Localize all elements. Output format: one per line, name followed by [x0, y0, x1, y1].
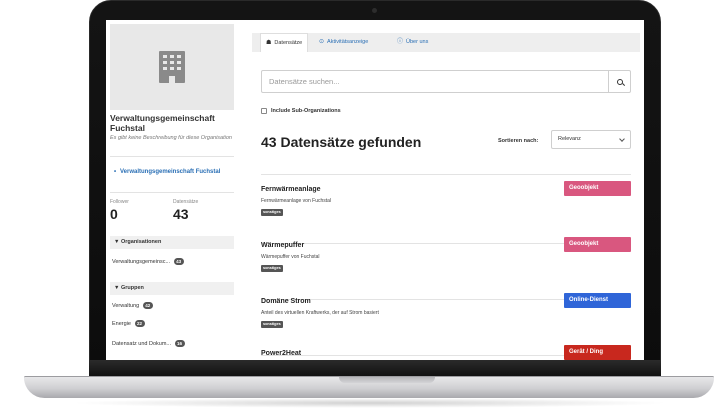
- followers-label: Follower: [110, 199, 129, 205]
- result-count-heading: 43 Datensätze gefunden: [261, 134, 422, 150]
- dataset-item[interactable]: Wärmepuffer Wärmepuffer von Fuchstal son…: [261, 237, 631, 300]
- include-sub-organizations-checkbox[interactable]: [261, 108, 267, 114]
- tab-label: Aktivitätsanzeige: [327, 39, 369, 45]
- tab-about[interactable]: ⓘ Über uns: [392, 33, 433, 52]
- dataset-tag: sonstiges: [261, 265, 283, 272]
- dataset-type-badge: Geoobjekt: [564, 237, 631, 252]
- facet-label: Verwaltungsgemeinsc...: [112, 259, 171, 265]
- search-box: [261, 70, 631, 93]
- dataset-type-badge: Geoobjekt: [564, 181, 631, 196]
- facet-count-badge: 16: [174, 340, 185, 348]
- search-icon: [616, 78, 623, 85]
- laptop-notch: [339, 377, 435, 383]
- chevron-down-icon: [619, 136, 625, 142]
- dataset-title[interactable]: Wärmepuffer: [261, 242, 304, 249]
- group-facet-item-verwaltung[interactable]: Verwaltung 42: [110, 302, 234, 311]
- webcam: [372, 8, 377, 13]
- organization-description: Es gibt keine Beschreibung für diese Org…: [110, 135, 232, 141]
- sort-label: Sortieren nach:: [498, 138, 539, 144]
- datasets-label: Datensätze: [173, 199, 199, 205]
- sitemap-icon: ☗: [266, 40, 272, 46]
- tab-bar: ☗ Datensätze ⊙ Aktivitätsanzeige ⓘ Über uns: [252, 33, 640, 52]
- checkbox-label: Include Sub-Organizations: [271, 108, 341, 114]
- tab-datasets[interactable]: ☗ Datensätze: [260, 33, 309, 52]
- dataset-description: Fernwärmeanlage von Fuchstal: [261, 198, 332, 204]
- facet-count-badge: 42: [142, 302, 153, 310]
- dataset-title[interactable]: Power2Heat: [261, 350, 301, 357]
- organization-facet-item[interactable]: Verwaltungsgemeinsc... 43: [110, 258, 234, 267]
- followers-count: 0: [110, 206, 118, 222]
- sort-value: Relevanz: [558, 136, 581, 142]
- organizations-heading: ▼ Organisationen: [110, 236, 234, 249]
- filter-icon: ▼: [114, 239, 120, 245]
- sort-select[interactable]: Relevanz: [551, 130, 631, 149]
- organization-title: Verwaltungsgemeinschaft Fuchstal: [110, 113, 215, 133]
- divider: [110, 156, 234, 157]
- group-facet-item-energie[interactable]: Energie 22: [110, 320, 234, 329]
- organization-sidebar: Verwaltungsgemeinschaft Fuchstal Es gibt…: [106, 20, 234, 360]
- organizations-heading-label: Organisationen: [120, 239, 162, 245]
- bullet-icon: •: [114, 169, 117, 175]
- groups-heading: ▼ Gruppen: [110, 282, 234, 295]
- dataset-type-badge: Gerät / Ding: [564, 345, 631, 360]
- dataset-tag: sonstiges: [261, 321, 283, 328]
- organization-image: [110, 24, 234, 110]
- info-icon: ⓘ: [397, 39, 404, 45]
- search-button[interactable]: [608, 71, 630, 92]
- dataset-title[interactable]: Fernwärmeanlage: [261, 186, 321, 193]
- dataset-type-badge: Online-Dienst: [564, 293, 631, 308]
- dataset-description: Wärmepuffer von Fuchstal: [261, 254, 320, 260]
- groups-heading-label: Gruppen: [120, 285, 144, 291]
- search-input[interactable]: [262, 71, 608, 92]
- facet-count-badge: 43: [173, 258, 184, 266]
- group-facet-item-datensatz[interactable]: Datensatz und Dokum... 16: [110, 340, 234, 349]
- tab-label: Über uns: [406, 39, 429, 45]
- facet-label: Verwaltung: [112, 303, 140, 309]
- laptop-hinge: [89, 360, 661, 376]
- laptop-base: [24, 376, 714, 398]
- dataset-item[interactable]: Power2Heat Gerät / Ding: [261, 345, 631, 360]
- tab-activity[interactable]: ⊙ Aktivitätsanzeige: [314, 33, 373, 52]
- include-sub-organizations[interactable]: Include Sub-Organizations: [261, 108, 341, 114]
- filter-icon: ▼: [114, 285, 120, 291]
- facet-label: Energie: [112, 321, 131, 327]
- organization-link-label: Verwaltungsgemeinschaft Fuchstal: [120, 169, 221, 175]
- divider: [110, 192, 234, 193]
- dataset-title[interactable]: Domäne Strom: [261, 298, 311, 305]
- laptop-shadow: [70, 398, 670, 408]
- facet-count-badge: 22: [134, 320, 145, 328]
- dataset-description: Anteil des virtuellen Kraftwerks, der au…: [261, 310, 379, 316]
- building-icon: [159, 51, 185, 83]
- laptop-screen: Verwaltungsgemeinschaft Fuchstal Es gibt…: [106, 20, 644, 360]
- organization-link[interactable]: • Verwaltungsgemeinschaft Fuchstal: [114, 168, 230, 176]
- tab-label: Datensätze: [274, 40, 303, 46]
- datasets-count: 43: [173, 206, 189, 222]
- facet-label: Datensatz und Dokum...: [112, 341, 172, 347]
- dataset-tag: sonstiges: [261, 209, 283, 216]
- main-content: ☗ Datensätze ⊙ Aktivitätsanzeige ⓘ Über uns…: [244, 20, 644, 360]
- divider: [261, 174, 631, 175]
- clock-icon: ⊙: [319, 39, 325, 45]
- dataset-item[interactable]: Fernwärmeanlage Fernwärmeanlage von Fuch…: [261, 181, 631, 244]
